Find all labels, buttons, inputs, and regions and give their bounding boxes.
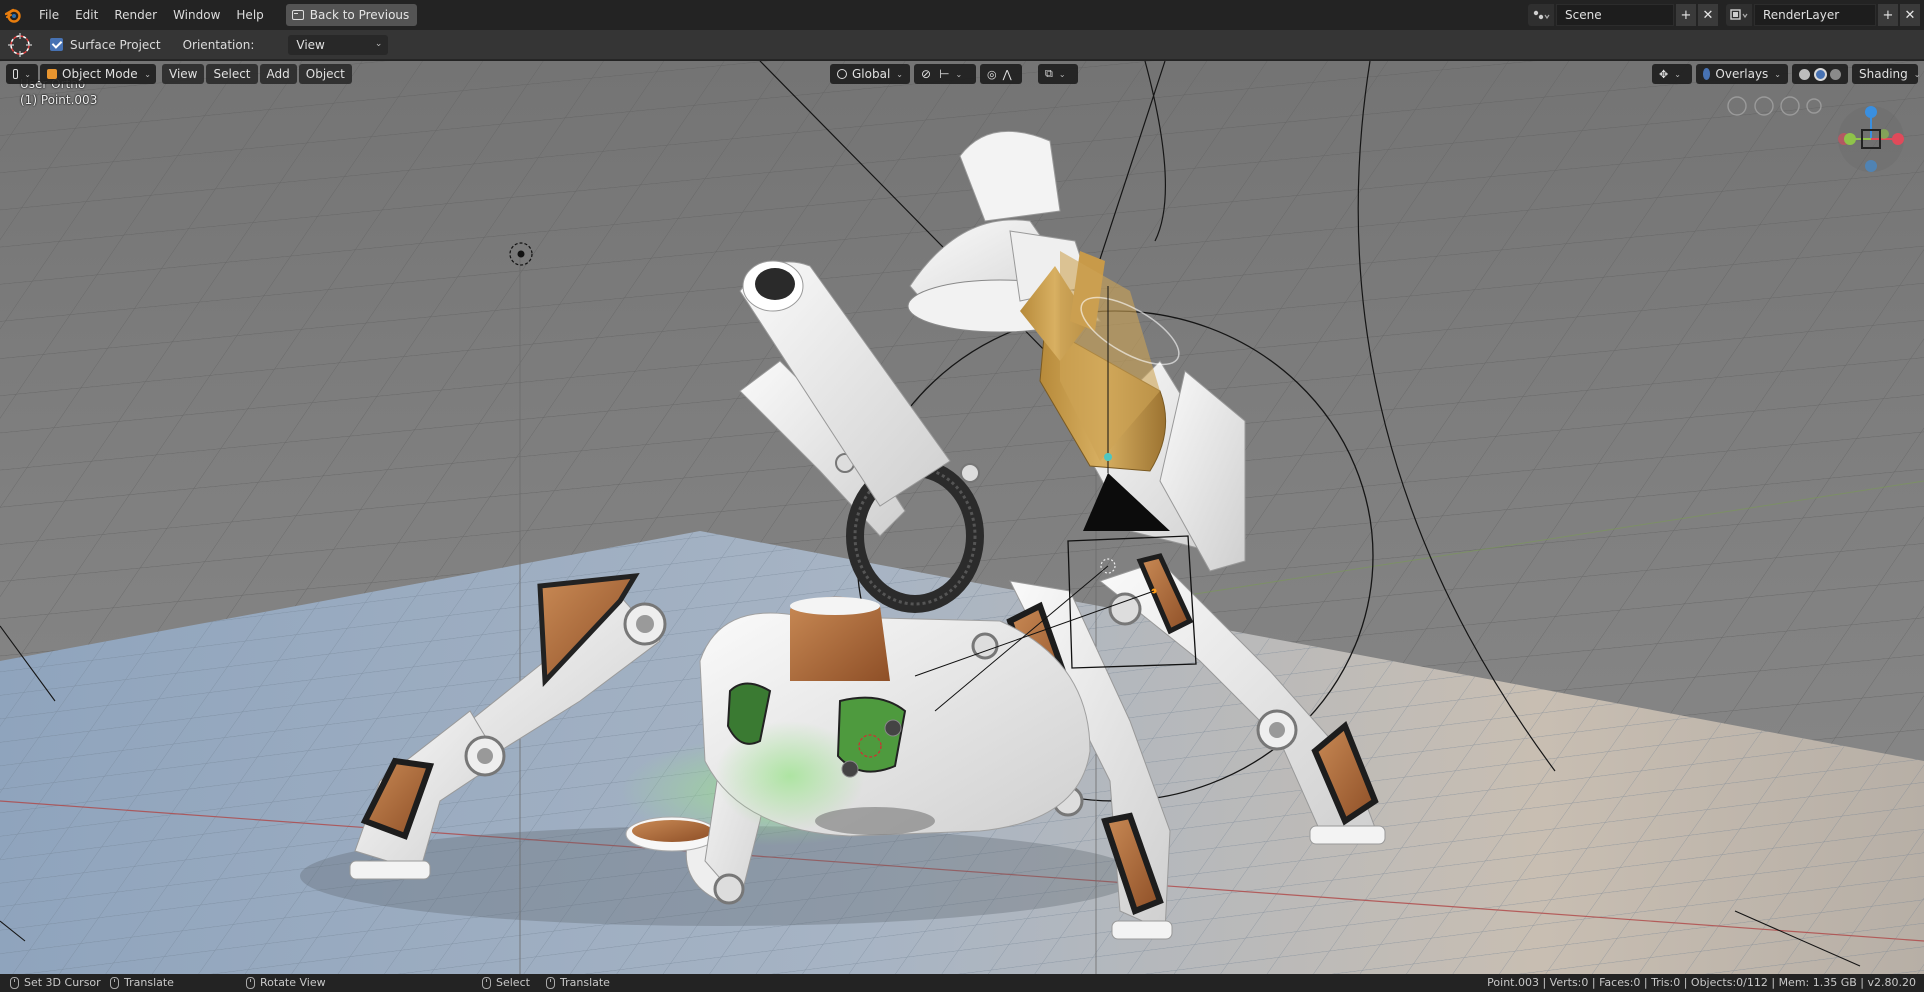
delete-scene-button[interactable]: ✕	[1698, 4, 1718, 26]
scene-name-field[interactable]: Scene	[1556, 4, 1674, 26]
blender-logo-icon[interactable]	[5, 7, 21, 23]
editor-type-icon	[13, 69, 19, 79]
chevron-down-icon: ⌄	[1774, 69, 1781, 79]
overlays-icon	[1703, 68, 1711, 80]
menu-render[interactable]: Render	[106, 5, 165, 25]
status-hint-label: Set 3D Cursor	[24, 976, 101, 989]
select-menu[interactable]: Select	[206, 64, 258, 84]
shading-render-icon[interactable]	[1830, 68, 1841, 80]
active-object-label: (1) Point.003	[20, 93, 98, 107]
render-layer-selector: RenderLayer + ✕	[1726, 4, 1920, 26]
proportional-edit-toggle[interactable]: ◎ ⋀	[980, 64, 1022, 84]
chevron-down-icon: ⌄	[896, 69, 903, 79]
falloff-icon: ⋀	[1002, 67, 1012, 81]
shading-mode-buttons	[1792, 64, 1848, 84]
menu-file[interactable]: File	[31, 5, 67, 25]
mouse-middle-icon	[546, 976, 555, 989]
new-render-layer-button[interactable]: +	[1878, 4, 1898, 26]
mode-value: Object Mode	[62, 67, 138, 81]
scene-icon[interactable]	[1528, 4, 1554, 26]
chevron-down-icon: ⌄	[1058, 69, 1066, 79]
orientation-dropdown[interactable]: View ⌄	[288, 34, 389, 55]
surface-project-label: Surface Project	[70, 37, 161, 52]
viewport-render	[0, 61, 1924, 974]
scene-selector: Scene + ✕	[1528, 4, 1718, 26]
status-hint-translate: Translate	[110, 976, 174, 989]
navigation-gizmo[interactable]	[1836, 104, 1906, 174]
chevron-down-icon: ⌄	[374, 38, 383, 49]
shading-solid-icon[interactable]	[1799, 68, 1810, 80]
status-hint-label: Translate	[124, 976, 174, 989]
status-hint-label: Translate	[560, 976, 610, 989]
mouse-left-icon	[482, 976, 491, 989]
shading-dropdown[interactable]: Shading ⌄	[1852, 64, 1921, 84]
add-menu[interactable]: Add	[259, 64, 297, 84]
chevron-down-icon: ⌄	[24, 69, 31, 79]
shading-material-icon[interactable]	[1813, 67, 1827, 81]
render-layer-name-field[interactable]: RenderLayer	[1754, 4, 1876, 26]
object-mode-icon	[47, 69, 57, 79]
render-layer-icon[interactable]	[1726, 4, 1752, 26]
snap-icon: ⊘	[921, 67, 932, 81]
tool-settings-header: Surface Project Orientation: View ⌄	[0, 30, 1924, 60]
orientation-label: Orientation:	[182, 37, 255, 52]
editor-type-button[interactable]: ⌄	[6, 64, 38, 84]
chevron-down-icon: ⌄	[144, 69, 151, 79]
chevron-down-icon: ⌄	[1674, 69, 1681, 79]
status-hint-label: Rotate View	[260, 976, 326, 989]
status-hint-rotate: Rotate View	[246, 976, 326, 989]
mode-dropdown[interactable]: Object Mode ⌄	[40, 64, 156, 84]
overlays-dropdown[interactable]: Overlays ⌄	[1696, 64, 1788, 84]
shading-label: Shading	[1859, 67, 1908, 81]
proportional-icon: ◎	[987, 67, 997, 81]
snap-target-icon: ⊢	[939, 67, 950, 81]
status-hint-cursor: Set 3D Cursor	[10, 976, 101, 989]
snap-toggle[interactable]: ⊘ ⊢ ⌄	[914, 64, 976, 84]
visibility-icon: ⧉	[1045, 67, 1053, 80]
transform-orientation-dropdown[interactable]: Global ⌄	[830, 64, 910, 84]
back-to-previous-label: Back to Previous	[309, 8, 410, 22]
transform-orientation-value: Global	[852, 67, 891, 81]
back-window-icon	[291, 10, 304, 20]
top-menu-bar: File Edit Render Window Help Back to Pre…	[0, 0, 1924, 30]
chevron-down-icon: ⌄	[1913, 69, 1921, 79]
object-menu[interactable]: Object	[298, 64, 352, 84]
visibility-dropdown[interactable]: ⧉ ⌄	[1038, 64, 1078, 84]
scene-statistics: Point.003 | Verts:0 | Faces:0 | Tris:0 |…	[1487, 976, 1916, 989]
new-scene-button[interactable]: +	[1676, 4, 1696, 26]
delete-render-layer-button[interactable]: ✕	[1900, 4, 1920, 26]
gizmo-toggle[interactable]: ✥ ⌄	[1652, 64, 1692, 84]
status-bar: Set 3D Cursor Translate Rotate View Sele…	[0, 974, 1924, 992]
view-tools-icons[interactable]	[1726, 95, 1822, 117]
menu-help[interactable]: Help	[228, 5, 271, 25]
mouse-left-icon	[10, 976, 19, 989]
orientation-value: View	[296, 37, 325, 52]
status-hint-label: Select	[496, 976, 530, 989]
view-menu[interactable]: View	[162, 64, 205, 84]
chevron-down-icon: ⌄	[955, 69, 963, 79]
mouse-middle-icon	[110, 976, 119, 989]
overlays-label: Overlays	[1715, 67, 1769, 81]
back-to-previous-button[interactable]: Back to Previous	[285, 4, 418, 26]
mouse-right-icon	[246, 976, 255, 989]
menu-edit[interactable]: Edit	[67, 5, 106, 25]
3d-viewport[interactable]: User Ortho (1) Point.003	[0, 61, 1924, 974]
surface-project-checkbox[interactable]	[50, 38, 63, 51]
cursor-tool-icon[interactable]	[6, 31, 34, 59]
global-icon	[837, 69, 847, 79]
status-hint-select: Select	[482, 976, 530, 989]
gizmo-icon: ✥	[1659, 67, 1669, 81]
menu-window[interactable]: Window	[165, 5, 228, 25]
status-hint-translate-2: Translate	[546, 976, 610, 989]
